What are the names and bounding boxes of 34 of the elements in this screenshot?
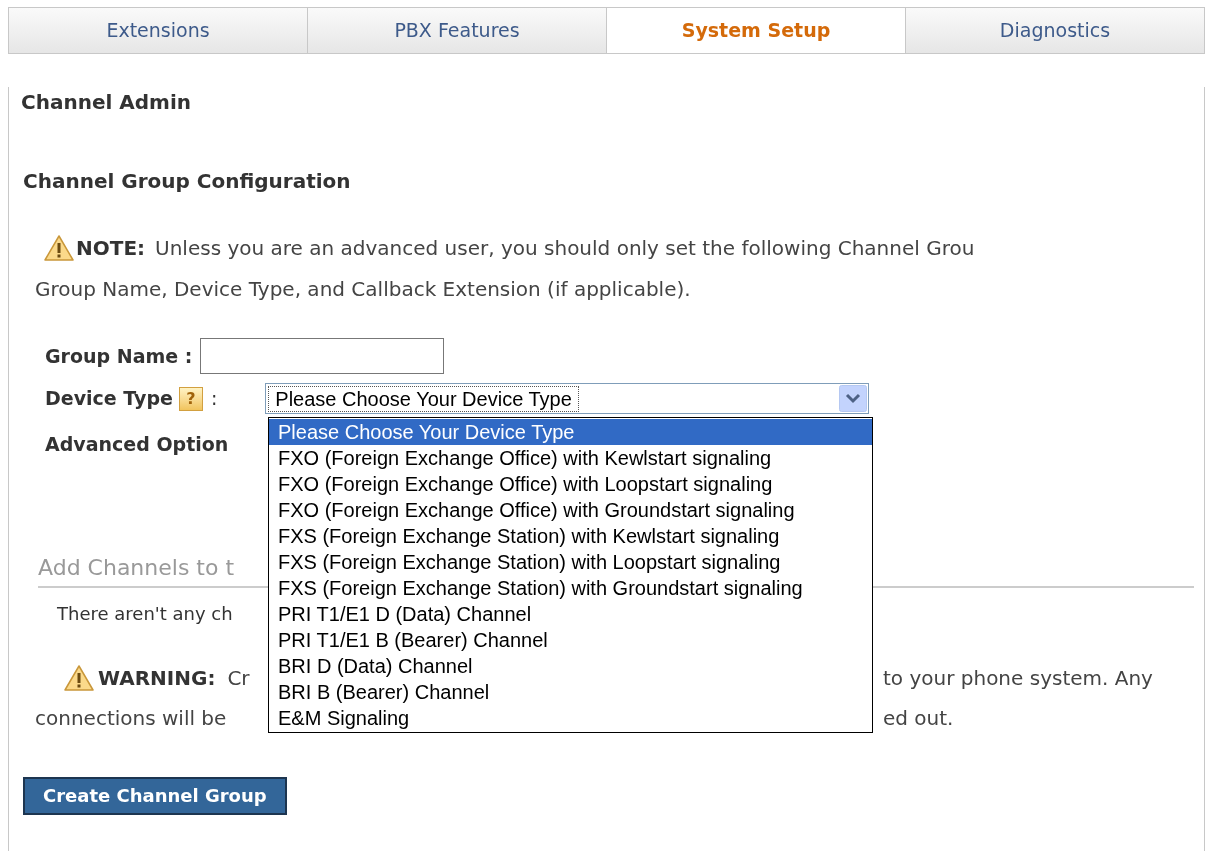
field-label: Group Name : xyxy=(45,343,193,369)
empty-message: There aren't any ch xyxy=(57,601,233,626)
separator: : xyxy=(210,386,218,412)
dropdown-option[interactable]: FXS (Foreign Exchange Station) with Kewlstart signaling xyxy=(269,523,872,549)
dropdown-option[interactable]: E&M Signaling xyxy=(269,705,872,731)
tab[interactable]: Extensions xyxy=(9,8,307,53)
dropdown-option[interactable]: FXO (Foreign Exchange Office) with Groundstart signaling xyxy=(269,497,872,523)
note-text: Unless you are an advanced user, you should only set the following Channel Grou xyxy=(155,235,975,262)
tab[interactable]: PBX Features xyxy=(307,8,606,53)
section-label: Advanced Option xyxy=(45,432,229,457)
field-label: Device Type xyxy=(45,386,173,412)
note-text: Group Name, Device Type, and Callback Extension (if applicable). xyxy=(35,276,691,303)
warning-label: WARNING: xyxy=(98,664,216,692)
tab[interactable]: Diagnostics xyxy=(905,8,1204,53)
warning-text: connections will be xyxy=(35,705,227,730)
dropdown-option[interactable]: PRI T1/E1 B (Bearer) Channel xyxy=(269,627,872,653)
dropdown-option[interactable]: PRI T1/E1 D (Data) Channel xyxy=(269,601,872,627)
select-field[interactable]: Please Choose Your Device Type xyxy=(265,383,870,414)
dropdown-option[interactable]: FXO (Foreign Exchange Office) with Loopstart signaling xyxy=(269,471,872,497)
note-label: NOTE: xyxy=(76,235,146,262)
create-button[interactable]: Create Channel Group xyxy=(23,776,287,815)
dropdown-option[interactable]: FXS (Foreign Exchange Station) with Loopstart signaling xyxy=(269,549,872,575)
subsection-heading: Add Channels to t xyxy=(38,554,235,580)
dropdown-option[interactable]: BRI B (Bearer) Channel xyxy=(269,679,872,705)
help-icon[interactable]: ? xyxy=(178,386,203,411)
warning-text: Cr xyxy=(227,664,250,692)
section-title: Channel Group Configuration xyxy=(23,168,351,195)
dropdown-option[interactable]: FXO (Foreign Exchange Office) with Kewlstart signaling xyxy=(269,445,872,471)
warning-text: ed out. xyxy=(883,704,954,732)
dropdown-option[interactable]: Please Choose Your Device Type xyxy=(269,419,872,445)
dropdown-option[interactable]: FXS (Foreign Exchange Station) with Groundstart signaling xyxy=(269,575,872,601)
warning-text: to your phone system. Any xyxy=(883,664,1153,692)
page-title: Channel Admin xyxy=(21,89,191,116)
dropdown-option[interactable]: BRI D (Data) Channel xyxy=(269,653,872,679)
